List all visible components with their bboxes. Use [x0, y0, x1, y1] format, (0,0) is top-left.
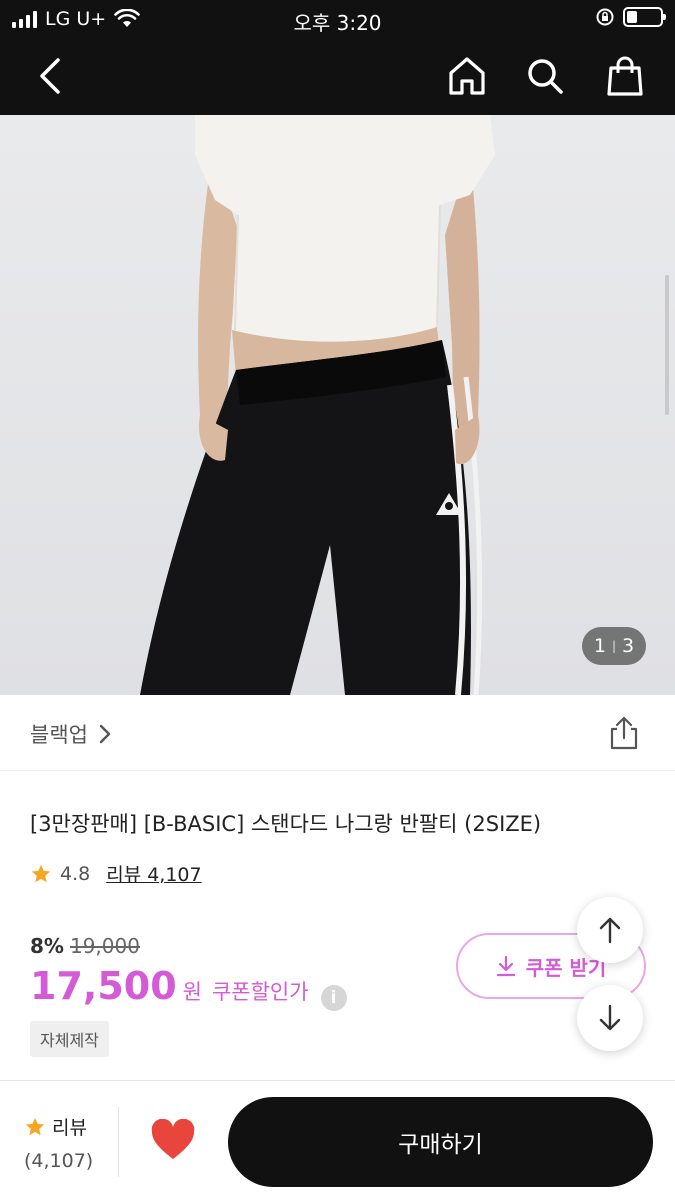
discount-row: 8% 19,000	[30, 934, 140, 958]
brand-row: 블랙업	[0, 695, 675, 771]
scroll-bottom-button[interactable]	[577, 985, 643, 1051]
back-icon[interactable]	[30, 54, 74, 98]
image-current: 1	[593, 635, 606, 657]
rotation-lock-icon	[596, 8, 614, 26]
star-icon	[31, 864, 51, 882]
image-scrollbar	[665, 275, 669, 415]
product-photo	[0, 115, 675, 695]
product-tag: 자체제작	[30, 1021, 109, 1057]
info-icon[interactable]: i	[320, 985, 347, 1011]
cart-icon[interactable]	[602, 53, 648, 99]
bottom-review-count: (4,107)	[24, 1150, 94, 1172]
chevron-right-icon	[99, 724, 111, 744]
image-total: 3	[622, 635, 635, 657]
bottom-bar: 리뷰 (4,107) 구매하기	[0, 1080, 675, 1200]
counter-separator: |	[611, 639, 617, 653]
brand-link[interactable]: 블랙업	[30, 719, 112, 749]
star-icon	[25, 1117, 45, 1135]
bottom-divider	[118, 1107, 119, 1177]
search-icon[interactable]	[522, 53, 568, 99]
status-bar: LG U+ 오후 3:20	[0, 0, 675, 38]
download-icon	[496, 955, 515, 977]
rating-value: 4.8	[60, 862, 91, 885]
original-price: 19,000	[69, 934, 140, 958]
price-row: 17,500 원 쿠폰할인가 i	[30, 964, 347, 1011]
arrow-up-icon	[599, 917, 621, 944]
share-icon[interactable]	[606, 715, 642, 751]
brand-name: 블랙업	[30, 723, 88, 747]
top-header: LG U+ 오후 3:20	[0, 0, 675, 115]
heart-icon[interactable]	[150, 1119, 196, 1161]
battery-icon	[623, 7, 666, 27]
review-link[interactable]: 리뷰 4,107	[106, 860, 201, 887]
nav-bar	[0, 40, 675, 115]
currency-label: 원	[182, 980, 202, 1004]
buy-button[interactable]: 구매하기	[228, 1097, 653, 1187]
coupon-price-label: 쿠폰할인가	[211, 980, 309, 1004]
home-icon[interactable]	[444, 53, 490, 99]
product-image[interactable]	[0, 115, 675, 695]
image-counter: 1 | 3	[582, 627, 646, 665]
bottom-review[interactable]: 리뷰 (4,107)	[24, 1113, 104, 1172]
status-time: 오후 3:20	[293, 11, 382, 35]
bottom-review-label: 리뷰	[52, 1117, 87, 1139]
discount-rate: 8%	[30, 934, 64, 958]
arrow-down-icon	[599, 1004, 621, 1031]
product-title: [3만장판매] [B-BASIC] 스탠다드 나그랑 반팔티 (2SIZE)	[30, 812, 542, 836]
scroll-top-button[interactable]	[577, 897, 643, 963]
rating-row: 4.8 리뷰 4,107	[30, 860, 202, 887]
sale-price: 17,500	[30, 964, 177, 1008]
